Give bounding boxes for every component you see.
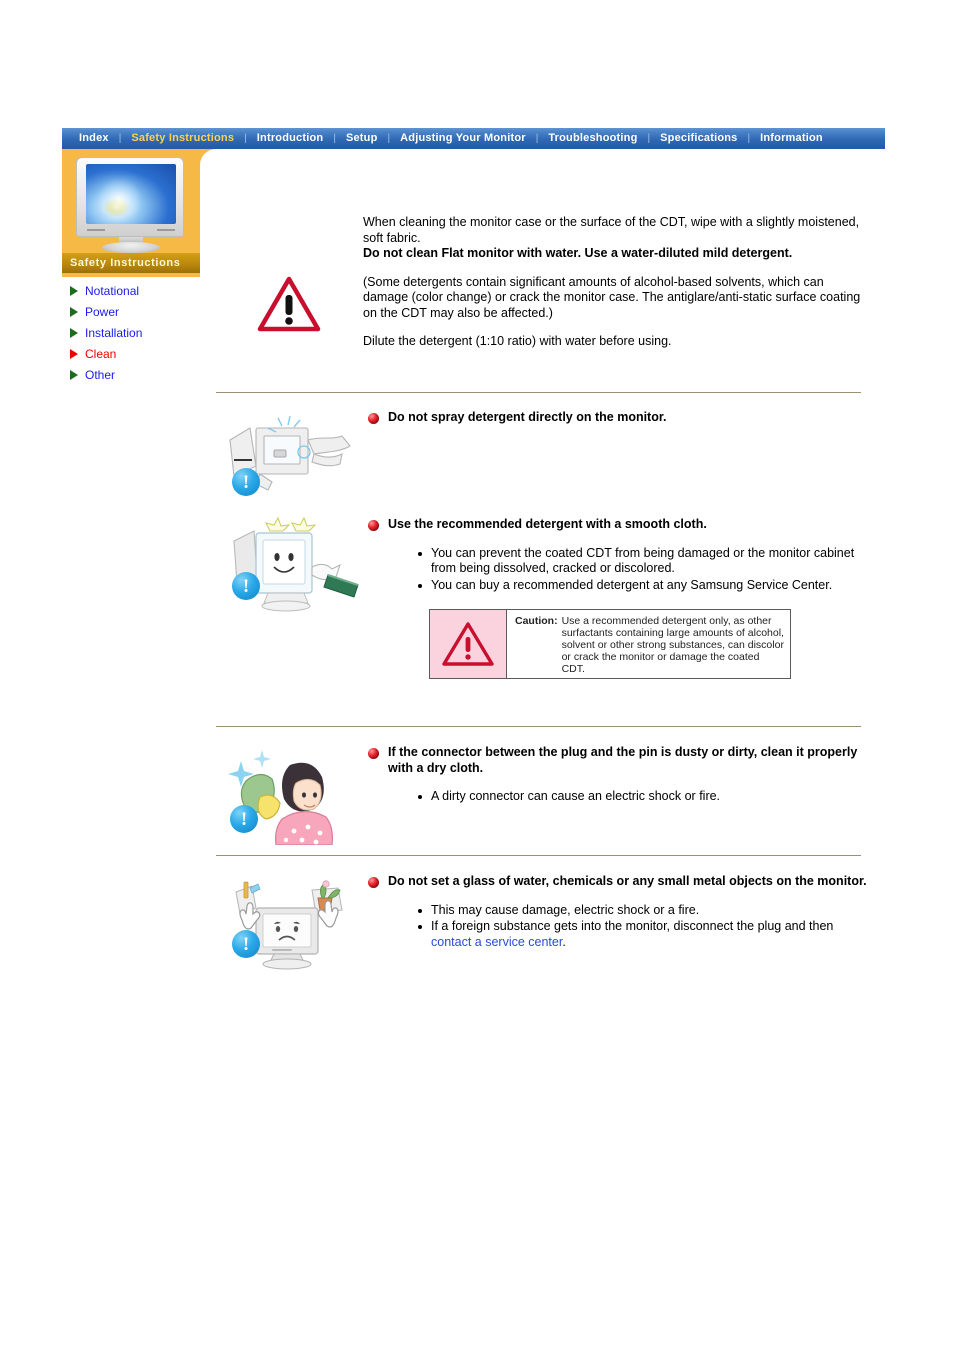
caution-triangle-icon — [442, 622, 494, 666]
intro-paragraph-3: Dilute the detergent (1:10 ratio) with w… — [363, 334, 672, 348]
nav-item-information[interactable]: Information — [751, 128, 832, 149]
section-bullet-list: A dirty connector can cause an electric … — [368, 789, 868, 805]
red-sphere-bullet-icon — [368, 413, 379, 424]
list-item: A dirty connector can cause an electric … — [418, 789, 868, 805]
nav-item-setup[interactable]: Setup — [337, 128, 387, 149]
nav-item-index[interactable]: Index — [70, 128, 118, 149]
nav-item-adjusting-your-monitor[interactable]: Adjusting Your Monitor — [391, 128, 535, 149]
section-bullet-list: This may cause damage, electric shock or… — [368, 903, 868, 951]
caution-label: Caution: — [515, 615, 558, 627]
sidebar-item-notational[interactable]: Notational — [70, 280, 210, 301]
sidebar-panel-title: Safety Instructions — [62, 253, 200, 273]
section-heading-text: Do not set a glass of water, chemicals o… — [388, 874, 867, 888]
list-item-text-post: . — [562, 934, 566, 949]
arrow-bullet-icon — [70, 369, 78, 380]
section-heading-text: Do not spray detergent directly on the m… — [388, 410, 667, 424]
section-body: Do not set a glass of water, chemicals o… — [368, 874, 868, 951]
red-sphere-bullet-icon — [368, 877, 379, 888]
sidebar-nav-list: Notational Power Installation Clean Othe… — [70, 280, 210, 385]
contact-service-center-link[interactable]: contact a service center — [431, 935, 562, 949]
list-item: This may cause damage, electric shock or… — [418, 903, 868, 919]
sidebar-item-label: Installation — [85, 325, 143, 340]
sidebar-item-label: Clean — [85, 346, 117, 361]
list-item: You can prevent the coated CDT from bein… — [418, 546, 868, 577]
section-divider — [216, 392, 861, 393]
arrow-bullet-icon — [70, 348, 78, 359]
section-divider — [216, 855, 861, 856]
section-body: If the connector between the plug and th… — [368, 745, 868, 806]
caution-text: Use a recommended detergent only, as oth… — [561, 615, 784, 676]
sidebar-item-label: Power — [85, 304, 120, 319]
sidebar-item-label: Notational — [85, 283, 140, 298]
caution-box: Caution: Use a recommended detergent onl… — [429, 609, 791, 679]
nav-item-troubleshooting[interactable]: Troubleshooting — [539, 128, 646, 149]
nav-item-safety-instructions[interactable]: Safety Instructions — [122, 128, 243, 149]
section-body: Use the recommended detergent with a smo… — [368, 517, 868, 594]
blue-exclamation-badge-icon: ! — [232, 930, 260, 958]
arrow-bullet-icon — [70, 327, 78, 338]
section-heading: If the connector between the plug and th… — [368, 745, 868, 776]
blue-exclamation-badge-icon: ! — [232, 468, 260, 496]
blue-exclamation-badge-icon: ! — [230, 805, 258, 833]
section-body: Do not spray detergent directly on the m… — [368, 410, 868, 426]
section-heading: Use the recommended detergent with a smo… — [368, 517, 868, 533]
list-item: You can buy a recommended detergent at a… — [418, 578, 868, 594]
list-item-with-link: If a foreign substance gets into the mon… — [418, 919, 868, 950]
section-heading-text: If the connector between the plug and th… — [388, 745, 858, 775]
sidebar-panel: Safety Instructions — [62, 149, 200, 277]
panel-corner-notch — [200, 149, 216, 165]
caution-icon-cell — [430, 610, 507, 678]
sidebar-item-label: Other — [85, 367, 116, 382]
sidebar-item-power[interactable]: Power — [70, 301, 210, 322]
arrow-bullet-icon — [70, 285, 78, 296]
intro-paragraph-2: (Some detergents contain significant amo… — [363, 274, 861, 320]
caution-text-cell: Caution: Use a recommended detergent onl… — [507, 610, 790, 678]
nav-item-specifications[interactable]: Specifications — [651, 128, 746, 149]
monitor-thumbnail-icon — [72, 157, 190, 253]
sidebar-item-other[interactable]: Other — [70, 364, 210, 385]
objects-on-monitor-illustration — [216, 874, 364, 974]
section-bullet-list: You can prevent the coated CDT from bein… — [368, 546, 868, 594]
section-heading: Do not spray detergent directly on the m… — [368, 410, 868, 426]
section-heading: Do not set a glass of water, chemicals o… — [368, 874, 868, 890]
sidebar-item-installation[interactable]: Installation — [70, 322, 210, 343]
intro-paragraph-1-bold: Do not clean Flat monitor with water. Us… — [363, 246, 793, 260]
warning-triangle-icon — [257, 276, 321, 332]
list-item-text-pre: If a foreign substance gets into the mon… — [431, 919, 834, 933]
top-navigation-bar: Index | Safety Instructions | Introducti… — [62, 128, 885, 149]
nav-item-introduction[interactable]: Introduction — [248, 128, 333, 149]
red-sphere-bullet-icon — [368, 748, 379, 759]
section-heading-text: Use the recommended detergent with a smo… — [388, 517, 707, 531]
spray-monitor-illustration — [216, 410, 364, 510]
blue-exclamation-badge-icon: ! — [232, 572, 260, 600]
intro-text-block: When cleaning the monitor case or the su… — [363, 215, 861, 350]
arrow-bullet-icon — [70, 306, 78, 317]
red-sphere-bullet-icon — [368, 520, 379, 531]
intro-paragraph-1: When cleaning the monitor case or the su… — [363, 215, 860, 245]
wipe-monitor-cloth-illustration — [216, 516, 364, 617]
sidebar-item-clean[interactable]: Clean — [70, 343, 210, 364]
section-divider — [216, 726, 861, 727]
